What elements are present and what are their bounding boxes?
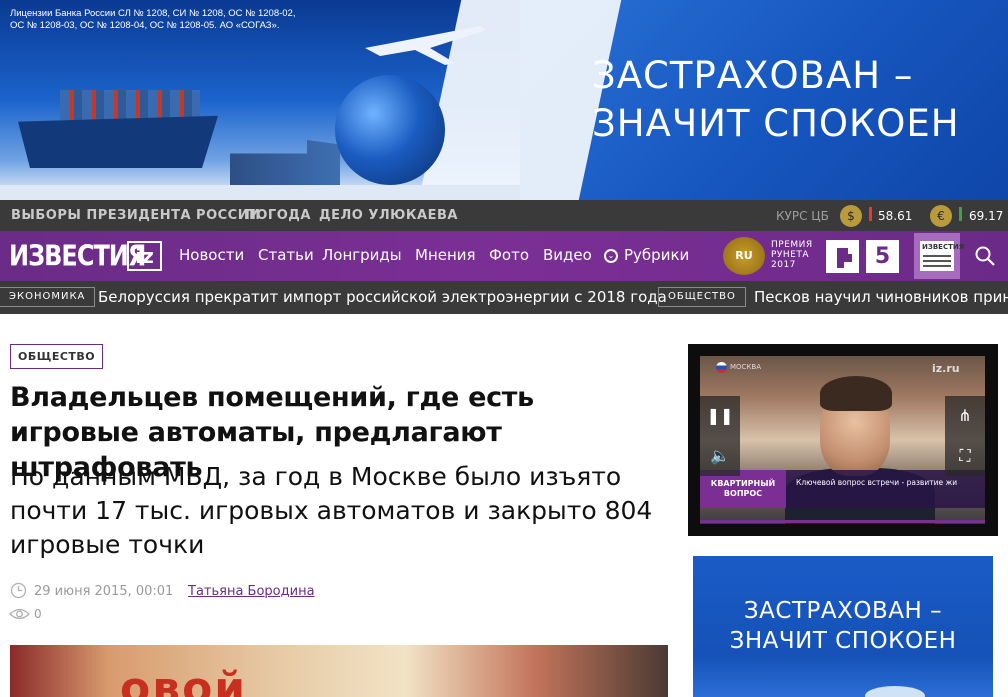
channel-5-icon[interactable]: 5 <box>866 240 899 273</box>
side-ad-logo-icon <box>865 686 925 697</box>
article-photo[interactable]: овой <box>10 645 668 697</box>
side-ad-slogan-line1: ЗАСТРАХОВАН – <box>743 598 943 624</box>
airplane-icon <box>365 26 486 65</box>
currency-rate-label: КУРС ЦБ <box>776 209 829 223</box>
news-ticker: экономика Белоруссия прекратит импорт ро… <box>0 281 1008 314</box>
video-channel-label: МОСКВА <box>730 363 761 371</box>
video-lower-third: КВАРТИРНЫЙ ВОПРОС Ключевой вопрос встреч… <box>700 470 985 508</box>
site-logo[interactable]: ИЗВЕСТИЯ <box>9 237 146 275</box>
article-date: 29 июня 2015, 00:01 <box>34 584 174 599</box>
dollar-icon: $ <box>840 205 862 227</box>
nav-rubrics[interactable]: Рубрики <box>624 246 689 264</box>
ad-license-text: Лицензии Банка России СЛ № 1208, СИ № 12… <box>10 8 296 31</box>
photo-sign-text: овой <box>120 663 248 697</box>
trend-down-icon <box>869 207 872 221</box>
award-line: 2017 <box>771 260 796 270</box>
main-navigation-bar: ИЗВЕСТИЯ iz Новости Статьи Лонгриды Мнен… <box>0 231 1008 281</box>
ad-slogan-line2: ЗНАЧИТ СПОКОЕН <box>592 102 960 145</box>
share-icon[interactable]: ⋔ <box>945 396 985 436</box>
nav-news[interactable]: Новости <box>179 246 244 264</box>
trend-up-icon <box>959 207 962 221</box>
video-progress-bar[interactable] <box>700 520 985 523</box>
izvestia-tile-label: ИЗВЕСТИЯ <box>922 243 965 251</box>
ad-ground <box>0 185 520 200</box>
top-link-weather[interactable]: ПОГОДА <box>245 208 311 223</box>
eur-rate: 69.17 <box>969 209 1004 223</box>
video-person-hair <box>820 376 892 411</box>
top-ad-banner[interactable]: Лицензии Банка России СЛ № 1208, СИ № 12… <box>0 0 1008 200</box>
eye-icon <box>9 608 30 620</box>
side-ad-banner[interactable]: ЗАСТРАХОВАН – ЗНАЧИТ СПОКОЕН <box>693 556 993 697</box>
izvestia-channel-tile[interactable]: ИЗВЕСТИЯ <box>914 233 964 279</box>
plus-logo-icon <box>831 245 854 268</box>
top-link-elections[interactable]: ВЫБОРЫ ПРЕЗИДЕНТА РОССИИ <box>11 208 260 223</box>
video-watermark: iz.ru <box>932 362 960 375</box>
ticker-tag[interactable]: общество <box>658 287 746 307</box>
chevron-down-icon[interactable]: ⌄ <box>604 249 618 263</box>
article-views: 0 <box>34 607 42 621</box>
nav-opinions[interactable]: Мнения <box>415 246 476 264</box>
pause-icon[interactable]: ❚❚ <box>700 396 740 436</box>
award-text[interactable]: ПРЕМИЯ РУНЕТА 2017 <box>771 240 813 270</box>
search-icon[interactable] <box>974 245 996 267</box>
container-stack-image <box>60 90 200 120</box>
award-line: РУНЕТА <box>771 250 810 260</box>
usd-rate: 58.61 <box>878 209 913 223</box>
euro-icon: € <box>930 205 952 227</box>
channel-plus-icon[interactable] <box>826 240 859 273</box>
izvestia-tile-icon: ИЗВЕСТИЯ <box>920 241 964 271</box>
ticker-headline[interactable]: Песков научил чиновников прини <box>754 288 1008 306</box>
lower-third-caption: Ключевой вопрос встречи - развитие жи <box>796 478 958 487</box>
nav-photo[interactable]: Фото <box>489 246 529 264</box>
video-player[interactable]: МОСКВА iz.ru КВАРТИРНЫЙ ВОПРОС Ключевой … <box>688 344 998 536</box>
side-ad-slogan: ЗАСТРАХОВАН – ЗНАЧИТ СПОКОЕН <box>693 596 993 656</box>
russia-flag-icon <box>716 362 727 373</box>
article-lead: По данным МВД, за год в Москве было изъя… <box>10 462 653 559</box>
award-line: ПРЕМИЯ <box>771 240 813 250</box>
ad-slogan: ЗАСТРАХОВАН – ЗНАЧИТ СПОКОЕН <box>592 52 960 148</box>
fullscreen-icon[interactable]: ⛶ <box>945 436 985 476</box>
article-rubric-tag[interactable]: ОБЩЕСТВО <box>10 344 104 369</box>
globe-image <box>335 75 445 185</box>
nav-longreads[interactable]: Лонгриды <box>322 246 402 264</box>
article-author[interactable]: Татьяна Бородина <box>188 584 315 599</box>
ticker-tag[interactable]: экономика <box>0 287 96 307</box>
side-ad-slogan-line2: ЗНАЧИТ СПОКОЕН <box>729 628 957 654</box>
top-navigation-bar: ВЫБОРЫ ПРЕЗИДЕНТА РОССИИ ПОГОДА ДЕЛО УЛЮ… <box>0 200 1008 231</box>
award-badge-icon[interactable]: RU <box>723 237 765 275</box>
nav-video[interactable]: Видео <box>543 246 592 264</box>
logo-iz-mark[interactable]: iz <box>127 241 162 271</box>
top-link-ulyukaev[interactable]: ДЕЛО УЛЮКАЕВА <box>319 208 458 223</box>
nav-articles[interactable]: Статьи <box>258 246 314 264</box>
ad-slogan-line1: ЗАСТРАХОВАН – <box>592 54 914 97</box>
ticker-headline[interactable]: Белоруссия прекратит импорт российской э… <box>98 288 667 306</box>
volume-icon[interactable]: 🔈 <box>700 436 740 476</box>
clock-icon <box>10 582 27 599</box>
